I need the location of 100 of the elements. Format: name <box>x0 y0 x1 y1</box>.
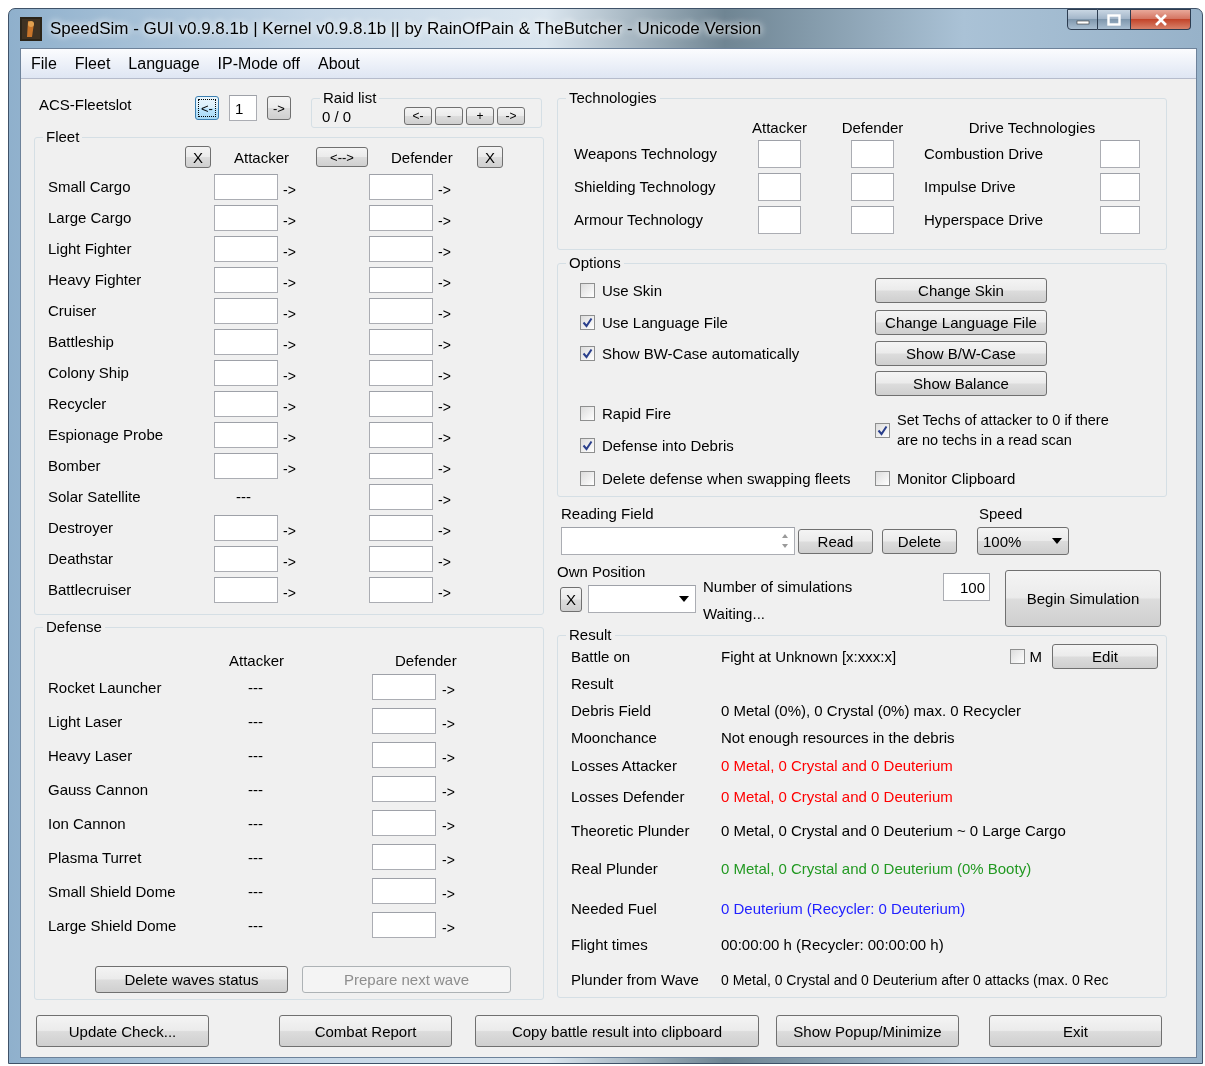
slot-field[interactable]: 1 <box>229 95 257 121</box>
maximize-button[interactable] <box>1098 9 1131 30</box>
edit-button[interactable]: Edit <box>1052 643 1158 669</box>
simulations-field[interactable]: 100 <box>943 573 990 601</box>
checkbox[interactable] <box>580 406 595 421</box>
count-field[interactable] <box>369 359 433 386</box>
count-field[interactable] <box>214 328 278 355</box>
position-dropdown[interactable] <box>588 585 696 613</box>
arrow-button[interactable]: -> <box>267 96 291 120</box>
speed-dropdown[interactable]: 100% <box>977 527 1069 555</box>
checkbox[interactable] <box>580 471 595 486</box>
arrow-label: -> <box>283 243 297 260</box>
level-field[interactable] <box>1100 139 1140 168</box>
option-button[interactable]: Show B/W-Case <box>875 341 1047 366</box>
menu-item[interactable]: IP-Mode off <box>208 54 309 73</box>
count-field[interactable] <box>369 235 433 262</box>
footer-button[interactable]: Update Check... <box>36 1015 209 1047</box>
level-field[interactable] <box>758 205 801 234</box>
count-field[interactable] <box>369 390 433 417</box>
menu-item[interactable]: Language <box>119 54 209 73</box>
result-label: Losses Attacker <box>571 757 678 774</box>
level-field[interactable] <box>851 172 894 201</box>
arrow-button[interactable]: <- <box>195 96 219 120</box>
footer-button[interactable]: Copy battle result into clipboard <box>475 1015 759 1047</box>
count-field[interactable] <box>214 266 278 293</box>
minimize-button[interactable] <box>1067 9 1098 30</box>
raid-list-button[interactable]: - <box>435 107 463 125</box>
checkbox[interactable] <box>1009 648 1025 664</box>
footer-button[interactable]: Combat Report <box>279 1015 452 1047</box>
raid-count: 0 / 0 <box>322 107 353 125</box>
count-field[interactable] <box>369 514 433 541</box>
checkbox[interactable] <box>580 314 595 330</box>
delete-waves-button[interactable]: Delete waves status <box>95 966 288 993</box>
level-field[interactable] <box>851 205 894 234</box>
level-field[interactable] <box>851 139 894 168</box>
level-field[interactable] <box>1100 172 1140 201</box>
checkbox[interactable] <box>580 283 595 298</box>
count-field[interactable] <box>214 173 278 200</box>
clear-button[interactable]: X <box>185 146 211 168</box>
count-field[interactable] <box>369 421 433 448</box>
count-field[interactable] <box>372 844 436 870</box>
count-field[interactable] <box>214 421 278 448</box>
footer-button[interactable]: Show Popup/Minimize <box>776 1015 959 1047</box>
raid-list-button[interactable]: -> <box>497 107 525 125</box>
delete-button[interactable]: Delete <box>882 528 957 554</box>
close-button[interactable] <box>1131 9 1191 30</box>
count-field[interactable] <box>369 576 433 603</box>
count-field[interactable] <box>369 328 433 355</box>
checkbox[interactable] <box>580 438 595 453</box>
count-field[interactable] <box>372 708 436 734</box>
level-field[interactable] <box>758 139 801 168</box>
level-field[interactable] <box>1100 205 1140 234</box>
arrow-label: -> <box>442 886 456 902</box>
count-field[interactable] <box>214 514 278 541</box>
caret-icon <box>679 596 689 602</box>
checkbox[interactable] <box>580 346 595 361</box>
count-field[interactable] <box>372 810 436 836</box>
count-field[interactable] <box>372 776 436 802</box>
menu-item[interactable]: About <box>308 54 369 73</box>
clear-button[interactable]: X <box>477 146 503 168</box>
count-field[interactable] <box>369 452 433 479</box>
reading-field[interactable] <box>561 527 795 555</box>
option-button[interactable]: Change Language File <box>875 309 1047 335</box>
read-button[interactable]: Read <box>798 528 873 554</box>
option-button[interactable]: Show Balance <box>875 371 1047 396</box>
count-field[interactable] <box>372 878 436 904</box>
count-field[interactable] <box>214 297 278 324</box>
count-field[interactable] <box>372 742 436 768</box>
level-field[interactable] <box>758 172 801 201</box>
begin-simulation-button[interactable]: Begin Simulation <box>1005 570 1161 627</box>
count-field[interactable] <box>369 545 433 572</box>
count-field[interactable] <box>372 912 436 938</box>
clear-button[interactable]: X <box>560 586 582 612</box>
defense-name: Heavy Laser <box>48 746 134 764</box>
count-field[interactable] <box>214 576 278 603</box>
checkbox[interactable] <box>875 422 890 438</box>
result-value: 0 Metal, 0 Crystal and 0 Deuterium (0% Booty) <box>721 860 1032 877</box>
raid-list-button[interactable]: <- <box>404 107 432 125</box>
menu-item[interactable]: File <box>22 54 66 73</box>
count-field[interactable] <box>214 204 278 231</box>
result-label: Plunder from Wave <box>571 971 700 988</box>
count-field[interactable] <box>214 359 278 386</box>
option-button[interactable]: Change Skin <box>875 278 1047 303</box>
count-field[interactable] <box>214 452 278 479</box>
count-field[interactable] <box>369 297 433 324</box>
swap-button[interactable]: <--> <box>316 147 368 167</box>
count-field[interactable] <box>214 235 278 262</box>
checkbox[interactable] <box>875 471 890 486</box>
empty-value: --- <box>248 780 263 798</box>
count-field[interactable] <box>214 545 278 572</box>
count-field[interactable] <box>372 674 436 700</box>
count-field[interactable] <box>214 390 278 417</box>
count-field[interactable] <box>369 266 433 293</box>
footer-button[interactable]: Exit <box>989 1015 1162 1047</box>
raid-list-button[interactable]: + <box>466 107 494 125</box>
count-field[interactable] <box>369 173 433 200</box>
menu-item[interactable]: Fleet <box>65 54 120 73</box>
close-icon <box>1153 13 1168 26</box>
count-field[interactable] <box>369 204 433 231</box>
count-field[interactable] <box>369 483 433 510</box>
